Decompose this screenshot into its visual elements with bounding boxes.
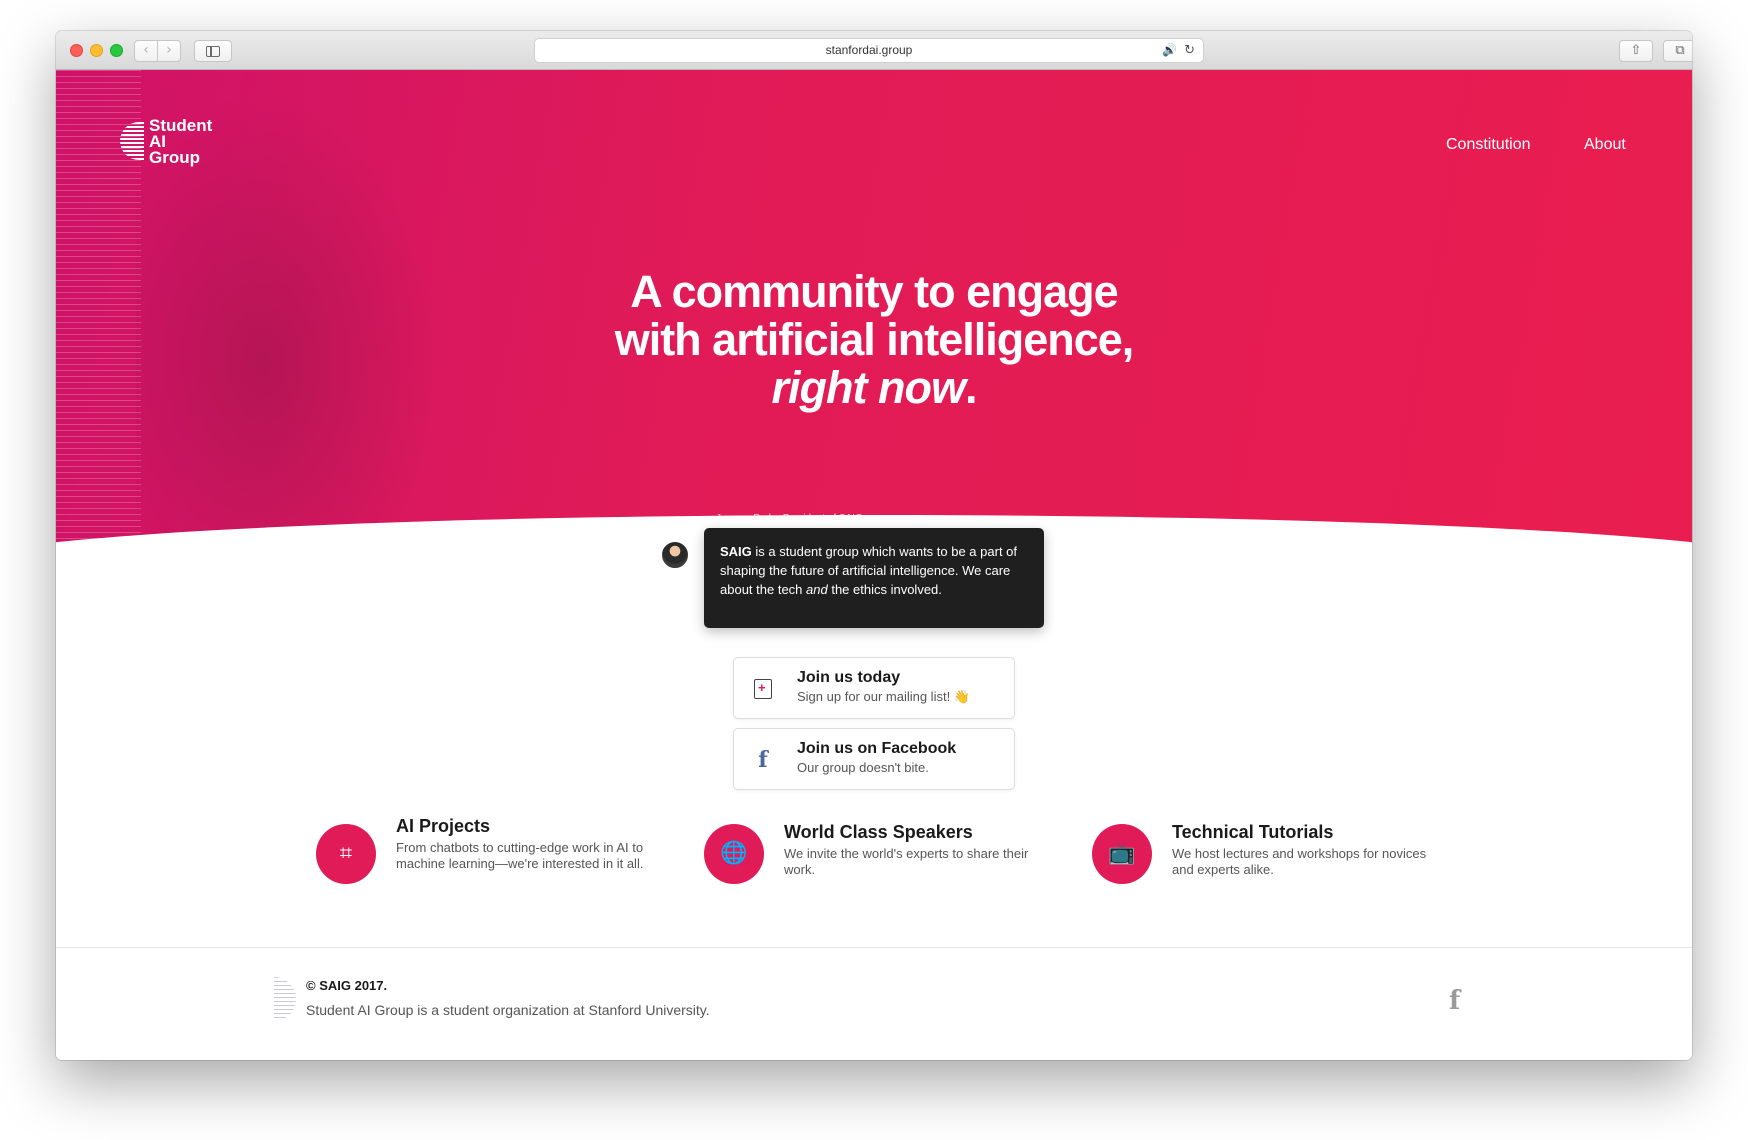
feature-description: From chatbots to cutting-edge work in AI… xyxy=(396,840,644,871)
hero-headline: A community to engage with artificial in… xyxy=(536,268,1212,412)
feature-description: We invite the world's experts to share t… xyxy=(784,846,1029,877)
hero-section: Student AI Group Constitution About A co… xyxy=(56,70,1692,560)
avatar xyxy=(660,540,690,570)
footer-divider xyxy=(56,947,1692,948)
quote-text-part-2: the ethics involved. xyxy=(827,582,942,597)
browser-titlebar: ‹ › stanfordai.group 🔊 ↻ ⇧ ⧉ xyxy=(56,31,1692,70)
feature-title: Technical Tutorials xyxy=(1172,822,1334,842)
footer-copyright: © SAIG 2017. xyxy=(306,978,388,993)
join-facebook-button[interactable]: f Join us on Facebook Our group doesn't … xyxy=(733,728,1015,790)
share-button[interactable]: ⇧ xyxy=(1619,40,1653,62)
speaker-icon[interactable]: 🔊 xyxy=(1162,39,1177,62)
headline-line-2: with artificial intelligence, xyxy=(614,314,1135,365)
zoom-window-button[interactable] xyxy=(110,44,123,57)
address-bar[interactable]: stanfordai.group 🔊 ↻ xyxy=(534,38,1204,63)
feature-description: We host lectures and workshops for novic… xyxy=(1172,846,1427,877)
feature-title: AI Projects xyxy=(396,816,491,836)
sidebar-icon xyxy=(206,46,220,57)
chip-icon: ⌗ xyxy=(316,824,376,884)
headline-line-1: A community to engage xyxy=(630,266,1118,317)
tv-icon: 📺 xyxy=(1092,824,1152,884)
back-button[interactable]: ‹ xyxy=(134,40,158,62)
quote-emphasis: and xyxy=(806,582,828,597)
cta-subtitle: Our group doesn't bite. xyxy=(797,760,929,775)
quote-strong: SAIG xyxy=(720,544,752,559)
site-logo[interactable]: Student AI Group xyxy=(120,117,230,168)
nav-link-about[interactable]: About xyxy=(1584,136,1626,154)
footer-logo-mark-icon xyxy=(274,977,296,1021)
headline-period: . xyxy=(964,362,977,413)
document-plus-icon xyxy=(754,679,772,699)
cta-subtitle: Sign up for our mailing list! 👋 xyxy=(797,689,970,704)
quote-bubble: SAIG is a student group which wants to b… xyxy=(704,528,1044,628)
browser-window: ‹ › stanfordai.group 🔊 ↻ ⇧ ⧉ Student AI … xyxy=(56,31,1692,1060)
feature-tutorials: 📺 Technical Tutorials We host lectures a… xyxy=(1092,822,1452,914)
join-mailing-list-button[interactable]: Join us today Sign up for our mailing li… xyxy=(733,657,1015,719)
quote-attribution: Junwon Park · President of SAIG xyxy=(716,513,863,524)
reload-icon[interactable]: ↻ xyxy=(1184,39,1195,62)
tab-overview-button[interactable]: ⧉ xyxy=(1663,40,1692,62)
headline-emphasis: right now xyxy=(771,362,966,413)
footer-description: Student AI Group is a student organizati… xyxy=(306,1002,710,1018)
cta-title: Join us today xyxy=(797,669,901,686)
minimize-window-button[interactable] xyxy=(90,44,103,57)
feature-speakers: 🌐 World Class Speakers We invite the wor… xyxy=(704,822,1064,914)
logo-mark-icon xyxy=(120,122,144,160)
screenshot-stage: ‹ › stanfordai.group 🔊 ↻ ⇧ ⧉ Student AI … xyxy=(0,0,1748,1140)
nav-link-constitution[interactable]: Constitution xyxy=(1446,136,1531,154)
forward-button[interactable]: › xyxy=(157,40,181,62)
address-bar-url: stanfordai.group xyxy=(825,43,913,57)
sidebar-toggle-button[interactable] xyxy=(194,40,232,62)
footer-facebook-icon[interactable]: f xyxy=(1449,986,1460,1016)
feature-ai-projects: ⌗ AI Projects From chatbots to cutting-e… xyxy=(316,816,676,914)
close-window-button[interactable] xyxy=(70,44,83,57)
logo-text-line: Group xyxy=(149,148,200,167)
page-content: Student AI Group Constitution About A co… xyxy=(56,70,1692,1060)
feature-title: World Class Speakers xyxy=(784,822,973,842)
cta-title: Join us on Facebook xyxy=(797,740,957,757)
facebook-icon: f xyxy=(758,747,768,773)
globe-icon: 🌐 xyxy=(704,824,764,884)
